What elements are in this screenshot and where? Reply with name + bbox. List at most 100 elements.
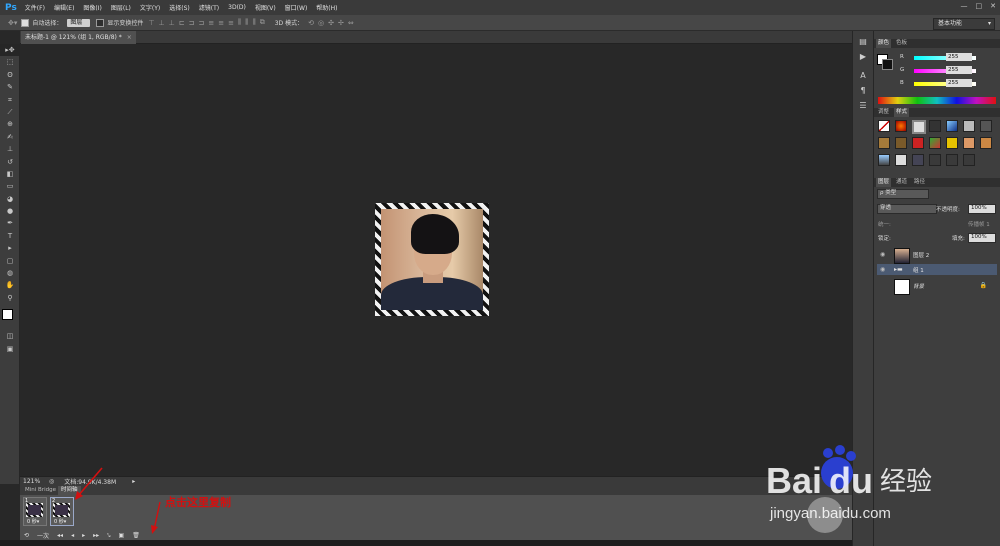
- minimize-button[interactable]: —: [961, 2, 968, 10]
- style-swatch[interactable]: [912, 120, 926, 134]
- layer-name[interactable]: 背景: [913, 282, 924, 290]
- shape-tool-icon[interactable]: ▢: [0, 255, 20, 267]
- style-swatch[interactable]: [878, 137, 890, 149]
- distribute-bottom-icon[interactable]: ≡: [228, 19, 234, 27]
- play-icon[interactable]: ▸: [82, 532, 85, 539]
- align-bottom-icon[interactable]: ⊥: [169, 19, 175, 27]
- foreground-color-swatch[interactable]: [2, 309, 13, 321]
- document-tab[interactable]: 未标题-1 @ 121% (组 1, RGB/8) * ×: [21, 31, 136, 44]
- style-swatch[interactable]: [963, 137, 975, 149]
- tab-paths[interactable]: 路径: [912, 178, 927, 187]
- style-swatch[interactable]: [895, 154, 907, 166]
- move-tool-icon[interactable]: ✥▾: [8, 19, 17, 27]
- clone-stamp-tool-icon[interactable]: ⊥: [0, 143, 20, 155]
- history-panel-icon[interactable]: ▤: [853, 37, 873, 46]
- align-top-icon[interactable]: ⊤: [148, 19, 154, 27]
- menu-3d[interactable]: 3D(D): [228, 4, 246, 11]
- distribute-top-icon[interactable]: ≡: [208, 19, 214, 27]
- menu-select[interactable]: 选择(S): [169, 3, 190, 12]
- color-spectrum[interactable]: [878, 97, 996, 104]
- character-panel-icon[interactable]: A: [853, 71, 873, 80]
- menu-help[interactable]: 帮助(H): [316, 3, 337, 12]
- paragraph-panel-icon[interactable]: ¶: [853, 86, 873, 95]
- menu-image[interactable]: 图像(I): [83, 3, 101, 12]
- frame-duration[interactable]: 0 秒▾: [27, 518, 39, 525]
- eraser-tool-icon[interactable]: ◧: [0, 168, 20, 180]
- duplicate-frame-icon[interactable]: ▣: [119, 532, 125, 539]
- maximize-button[interactable]: □: [976, 2, 983, 10]
- menu-layer[interactable]: 图层(L): [111, 3, 131, 12]
- style-swatch[interactable]: [878, 120, 890, 132]
- style-swatch[interactable]: [929, 154, 941, 166]
- gradient-tool-icon[interactable]: ▭: [0, 180, 20, 192]
- frame-duration[interactable]: 0 秒▾: [54, 518, 66, 525]
- zoom-tool-icon[interactable]: ⚲: [0, 292, 20, 304]
- roll-3d-icon[interactable]: ◎: [318, 19, 324, 27]
- distribute-left-icon[interactable]: ⫼: [238, 18, 241, 27]
- style-swatch[interactable]: [929, 137, 941, 149]
- zoom-nav-icon[interactable]: ◎: [49, 478, 54, 485]
- distribute-middle-icon[interactable]: ≡: [218, 19, 224, 27]
- fill-input[interactable]: 100%: [968, 233, 996, 243]
- style-swatch[interactable]: [895, 137, 907, 149]
- layer-row[interactable]: 背景 🔒: [877, 278, 997, 295]
- auto-align-icon[interactable]: ⧉: [260, 18, 265, 27]
- layer-row[interactable]: ◉ ▸▬ 组 1: [877, 264, 997, 275]
- loop-dropdown[interactable]: 一次: [37, 531, 49, 540]
- next-frame-icon[interactable]: ▸▸: [93, 532, 99, 539]
- style-swatch[interactable]: [946, 120, 958, 132]
- menu-file[interactable]: 文件(F): [25, 3, 45, 12]
- tab-styles[interactable]: 样式: [894, 108, 910, 117]
- brush-tool-icon[interactable]: ✍: [0, 131, 20, 143]
- convert-timeline-icon[interactable]: ⟲: [24, 532, 29, 539]
- previous-frame-icon[interactable]: ◂: [71, 532, 74, 539]
- hand-tool-icon[interactable]: ✋: [0, 279, 20, 291]
- layer-row[interactable]: ◉ 图层 2: [877, 247, 997, 264]
- layer-filter-dropdown[interactable]: ρ 类型: [877, 189, 929, 199]
- tab-mini-bridge[interactable]: Mini Bridge: [22, 486, 59, 495]
- visibility-eye-icon[interactable]: ◉: [880, 266, 885, 273]
- tween-icon[interactable]: ⤥: [107, 532, 110, 540]
- green-slider[interactable]: G 255: [884, 66, 996, 75]
- path-select-tool-icon[interactable]: ▸: [0, 242, 20, 254]
- folder-icon[interactable]: ▸▬: [894, 266, 903, 273]
- scale-3d-icon[interactable]: ⇔: [348, 19, 354, 27]
- style-swatch[interactable]: [963, 120, 975, 132]
- marquee-tool-icon[interactable]: ⬚: [0, 56, 20, 68]
- style-swatch[interactable]: [912, 154, 924, 166]
- align-right-icon[interactable]: ⊐: [199, 19, 205, 27]
- dodge-tool-icon[interactable]: ●: [0, 205, 20, 217]
- move-tool-icon[interactable]: ▸✥: [0, 44, 20, 57]
- tab-swatches[interactable]: 色板: [894, 39, 909, 48]
- quick-select-tool-icon[interactable]: ✎: [0, 81, 20, 93]
- trash-icon[interactable]: 🗑: [132, 532, 140, 539]
- layer-name[interactable]: 图层 2: [913, 251, 929, 259]
- blur-tool-icon[interactable]: ◕: [0, 193, 20, 205]
- align-left-icon[interactable]: ⊏: [179, 19, 185, 27]
- zoom-level[interactable]: 121%: [23, 478, 49, 485]
- workspace-dropdown[interactable]: 基本功能 ▾: [933, 18, 995, 30]
- blue-value[interactable]: 255: [946, 79, 972, 87]
- style-swatch[interactable]: [963, 154, 975, 166]
- crop-tool-icon[interactable]: ⌗: [0, 94, 20, 106]
- slide-3d-icon[interactable]: ✢: [338, 19, 344, 27]
- menu-edit[interactable]: 编辑(E): [54, 3, 74, 12]
- rotate-3d-icon[interactable]: ⟲: [308, 19, 314, 27]
- tab-layers[interactable]: 图层: [876, 178, 892, 187]
- actions-panel-icon[interactable]: ▶: [853, 52, 873, 61]
- style-swatch[interactable]: [946, 154, 958, 166]
- style-swatch[interactable]: [895, 120, 907, 132]
- red-value[interactable]: 255: [946, 53, 972, 61]
- align-middle-icon[interactable]: ⊥: [159, 19, 165, 27]
- drag-3d-icon[interactable]: ✣: [328, 19, 334, 27]
- close-icon[interactable]: ×: [127, 34, 132, 41]
- distribute-right-icon[interactable]: ⫼: [252, 18, 255, 27]
- status-menu-arrow-icon[interactable]: ▸: [132, 478, 135, 485]
- style-swatch[interactable]: [912, 137, 924, 149]
- eyedropper-tool-icon[interactable]: ⟋: [0, 106, 20, 118]
- style-swatch[interactable]: [878, 154, 890, 166]
- menu-view[interactable]: 视图(V): [255, 3, 276, 12]
- properties-panel-icon[interactable]: ☰: [853, 101, 873, 110]
- style-swatch[interactable]: [929, 120, 941, 132]
- menu-window[interactable]: 窗口(W): [285, 3, 308, 12]
